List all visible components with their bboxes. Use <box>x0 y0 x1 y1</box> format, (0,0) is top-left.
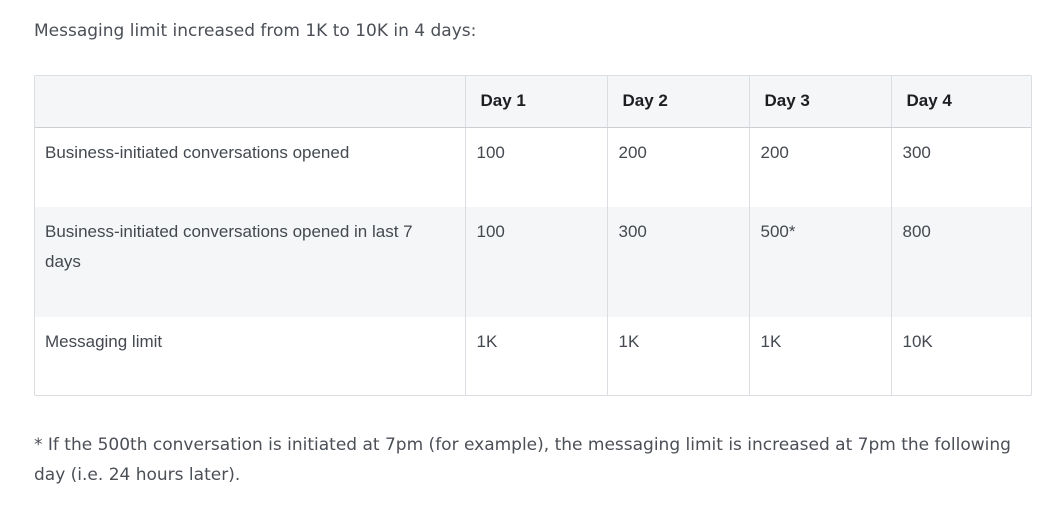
cell-value: 1K <box>464 317 607 395</box>
cell-value: 100 <box>464 207 607 317</box>
row-label: Business-initiated conversations opened … <box>45 222 413 271</box>
cell-value: 100 <box>464 127 607 207</box>
intro-text: Messaging limit increased from 1K to 10K… <box>34 21 477 41</box>
row-label: Business-initiated conversations opened <box>45 142 350 162</box>
cell-value: 1K <box>606 317 749 395</box>
header-day-3: Day 3 <box>748 76 891 128</box>
cell-value: 1K <box>748 317 891 395</box>
cell-value: 300 <box>606 207 749 317</box>
messaging-limit-table: Day 1 Day 2 Day 3 Day 4 Business-initiat… <box>34 75 1032 396</box>
table-header-row: Day 1 Day 2 Day 3 Day 4 <box>35 76 1031 128</box>
table-row: Business-initiated conversations opened … <box>35 127 1031 207</box>
header-empty-cell <box>35 76 465 128</box>
footnote-text: * If the 500th conversation is initiated… <box>34 435 1011 485</box>
cell-value: 500* <box>748 207 891 317</box>
header-day-2: Day 2 <box>606 76 749 128</box>
cell-value: 200 <box>748 127 891 207</box>
cell-value: 10K <box>890 317 1031 395</box>
table-row: Messaging limit 1K 1K 1K 10K <box>35 317 1031 395</box>
cell-value: 300 <box>890 127 1031 207</box>
cell-value: 200 <box>606 127 749 207</box>
header-day-4: Day 4 <box>890 76 1031 128</box>
table-row: Business-initiated conversations opened … <box>35 207 1031 317</box>
cell-value: 800 <box>890 207 1031 317</box>
row-label: Messaging limit <box>45 332 163 351</box>
header-day-1: Day 1 <box>464 76 607 128</box>
